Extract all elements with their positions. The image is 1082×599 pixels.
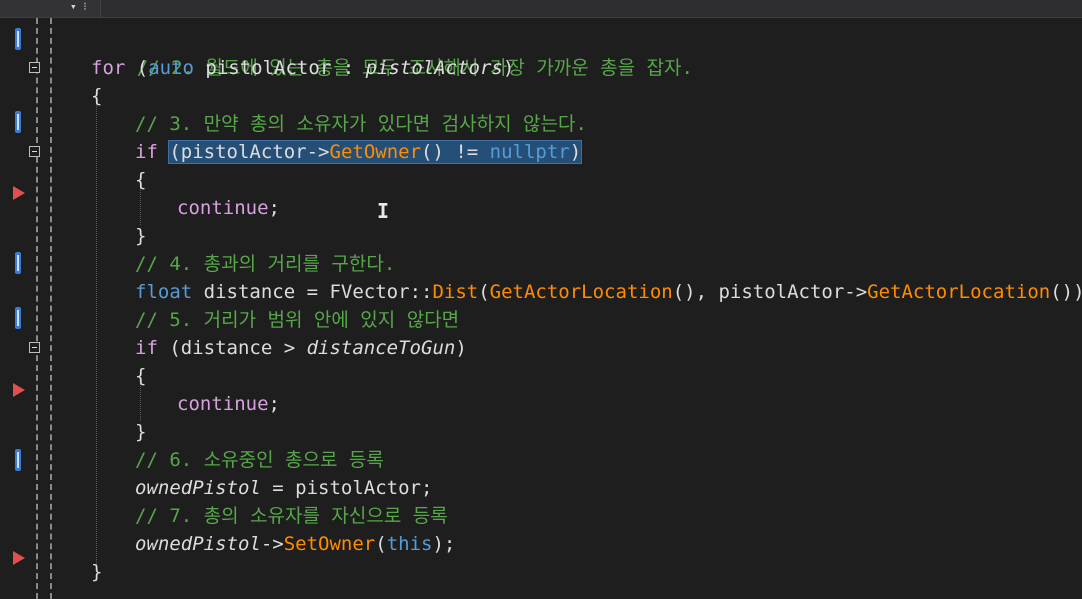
brace-close: }	[135, 421, 147, 443]
keyword-nullptr: nullptr	[489, 141, 570, 163]
code-token: (	[125, 57, 149, 79]
code-token: = pistolActor;	[260, 477, 433, 499]
code-line: if (distance > distanceToGun)	[135, 334, 467, 362]
code-line: continue;	[177, 194, 280, 222]
code-editor[interactable]: // 2. 월드에 있는 총을 모두 조사해서 가장 가까운 총을 잡자. fo…	[0, 0, 1082, 599]
code-token: ::	[409, 281, 433, 303]
code-token: )	[569, 141, 582, 163]
keyword-continue: continue	[177, 393, 269, 415]
code-line: float distance = FVector::Dist(GetActorL…	[135, 278, 1082, 306]
code-line: continue;	[177, 390, 280, 418]
code-token: (), pistolActor->	[672, 281, 868, 303]
keyword-auto: auto	[148, 57, 194, 79]
code-comment: // 4. 총과의 거리를 구한다.	[135, 253, 396, 275]
code-line: // 2. 월드에 있는 총을 모두 조사해서 가장 가까운 총을 잡자.	[91, 26, 693, 79]
code-line: {	[91, 82, 102, 110]
code-token: distance =	[192, 281, 330, 303]
keyword-float: float	[135, 281, 193, 303]
code-line: ownedPistol->SetOwner(this);	[135, 530, 455, 558]
text-cursor-icon: I	[377, 199, 390, 223]
code-token: ownedPistol	[135, 477, 261, 499]
code-comment: // 3. 만약 총의 소유자가 있다면 검사하지 않는다.	[135, 113, 587, 135]
code-token: ;	[268, 197, 280, 219]
keyword-if: if	[135, 337, 158, 359]
code-line: {	[135, 362, 146, 390]
code-line: }	[135, 418, 146, 446]
keyword-this: this	[386, 533, 433, 555]
function-name: GetOwner	[329, 141, 422, 163]
code-line: // 3. 만약 총의 소유자가 있다면 검사하지 않는다.	[135, 110, 587, 138]
code-token: (distance >	[157, 337, 307, 359]
code-line: for (auto pistolActor : pistolActors)	[91, 54, 514, 82]
code-token: ());	[1050, 281, 1082, 303]
code-line: if (pistolActor->GetOwner() != nullptr)	[135, 138, 583, 166]
function-name: GetActorLocation	[489, 281, 673, 303]
code-comment: // 7. 총의 소유자를 자신으로 등록	[135, 505, 448, 527]
code-token: (	[375, 533, 387, 555]
keyword-for: for	[91, 57, 126, 79]
code-line: // 7. 총의 소유자를 자신으로 등록	[135, 502, 448, 530]
brace-close: }	[91, 561, 103, 583]
code-token: )	[502, 57, 515, 79]
code-line: }	[135, 222, 146, 250]
function-name: SetOwner	[283, 533, 376, 555]
brace-open: {	[135, 169, 147, 191]
code-line: {	[135, 166, 146, 194]
code-token: ownedPistol	[135, 533, 261, 555]
code-token: )	[455, 337, 467, 359]
code-token: pistolActors	[365, 57, 503, 79]
code-token: (pistolActor->	[169, 141, 330, 163]
function-name: GetActorLocation	[867, 281, 1051, 303]
code-line: // 4. 총과의 거리를 구한다.	[135, 250, 395, 278]
function-name: Dist	[432, 281, 479, 303]
brace-open: {	[135, 365, 147, 387]
code-token: (	[478, 281, 490, 303]
selected-text[interactable]: (pistolActor->GetOwner() != nullptr)	[168, 140, 583, 164]
code-comment: // 6. 소유중인 총으로 등록	[135, 449, 384, 471]
code-line: // 5. 거리가 범위 안에 있지 않다면	[135, 306, 459, 334]
code-line: ownedPistol = pistolActor;	[135, 474, 432, 502]
keyword-continue: continue	[177, 197, 269, 219]
code-comment: // 5. 거리가 범위 안에 있지 않다면	[135, 309, 460, 331]
code-token: () !=	[421, 141, 490, 163]
code-token: pistolActor :	[193, 57, 366, 79]
keyword-if: if	[135, 141, 158, 163]
brace-close: }	[135, 225, 147, 247]
brace-open: {	[91, 85, 103, 107]
code-line: // 6. 소유중인 총으로 등록	[135, 446, 384, 474]
code-token: ->	[260, 533, 284, 555]
code-line: }	[91, 558, 102, 586]
code-token: );	[432, 533, 456, 555]
code-token: ;	[268, 393, 280, 415]
code-token: distanceToGun	[306, 337, 456, 359]
type-name: FVector	[329, 281, 410, 303]
